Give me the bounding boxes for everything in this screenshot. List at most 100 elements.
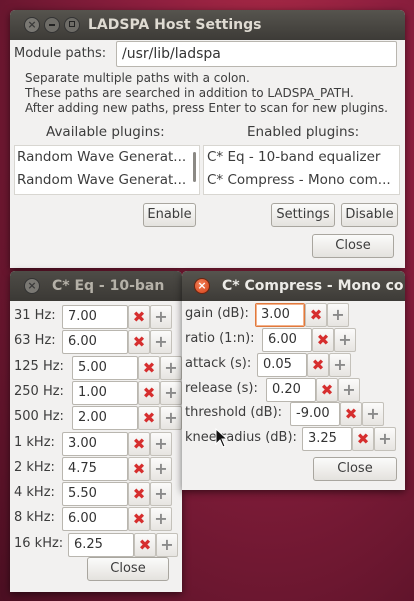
compress-param-input[interactable]: 0.05	[257, 353, 307, 377]
eq-band-label: 8 kHz:	[14, 510, 55, 525]
add-icon[interactable]: +	[150, 482, 172, 506]
eq-band-input[interactable]: 1.00	[72, 381, 138, 405]
eq-band-input[interactable]: 4.75	[62, 457, 128, 481]
remove-icon[interactable]: ✖	[128, 305, 150, 329]
eq-window-title: C* Eq - 10-ban	[52, 278, 165, 294]
eq-band-input[interactable]: 6.00	[62, 330, 128, 354]
remove-icon[interactable]: ✖	[138, 406, 160, 430]
eq-band-input[interactable]: 6.00	[62, 507, 128, 531]
add-icon[interactable]: +	[156, 533, 178, 557]
available-plugins-list[interactable]: Random Wave Generat... Random Wave Gener…	[14, 145, 200, 195]
compress-param-input[interactable]: -9.00	[290, 402, 340, 426]
enabled-plugins-list[interactable]: C* Eq - 10-band equalizer C* Compress - …	[203, 145, 400, 195]
remove-icon[interactable]: ✖	[340, 402, 362, 426]
settings-button[interactable]: Settings	[271, 203, 335, 227]
eq-band-label: 31 Hz:	[14, 308, 56, 323]
add-icon[interactable]: +	[334, 328, 356, 352]
host-close-button[interactable]: Close	[312, 234, 394, 258]
remove-icon[interactable]: ✖	[128, 330, 150, 354]
window-close-icon[interactable]: ×	[24, 278, 40, 294]
list-scrollbar[interactable]	[193, 152, 196, 182]
eq-band-input[interactable]: 5.00	[72, 356, 138, 380]
info-line: Separate multiple paths with a colon.	[25, 71, 250, 85]
eq-band-label: 250 Hz:	[14, 384, 64, 399]
remove-icon[interactable]: ✖	[305, 303, 327, 327]
window-close-icon[interactable]: ×	[194, 278, 210, 294]
add-icon[interactable]: +	[374, 427, 396, 451]
disable-button[interactable]: Disable	[341, 203, 398, 227]
eq-window: × C* Eq - 10-ban 31 Hz: 7.00 ✖ +63 Hz: 6.00 ✖…	[10, 271, 182, 592]
compress-param-label: attack (s):	[185, 356, 252, 371]
add-icon[interactable]: +	[150, 507, 172, 531]
remove-icon[interactable]: ✖	[316, 378, 338, 402]
compress-window-title: C* Compress - Mono co	[222, 278, 404, 294]
eq-titlebar[interactable]: × C* Eq - 10-ban	[10, 271, 182, 301]
compress-param-label: threshold (dB):	[185, 405, 283, 420]
host-window-title: LADSPA Host Settings	[88, 17, 262, 33]
add-icon[interactable]: +	[327, 303, 349, 327]
compress-window: × C* Compress - Mono co gain (dB): 3.00 ✖ +…	[182, 271, 405, 490]
add-icon[interactable]: +	[362, 402, 384, 426]
ladspa-host-settings-window: × LADSPA Host Settings Module paths: /us…	[10, 10, 405, 268]
eq-band-input[interactable]: 6.25	[68, 533, 134, 557]
list-item[interactable]: Random Wave Generat...	[17, 172, 193, 188]
compress-param-label: knee radius (dB):	[185, 430, 297, 445]
remove-icon[interactable]: ✖	[352, 427, 374, 451]
window-maximize-icon[interactable]	[64, 17, 80, 33]
list-item[interactable]: C* Compress - Mono com...	[207, 172, 397, 188]
add-icon[interactable]: +	[150, 305, 172, 329]
add-icon[interactable]: +	[329, 353, 351, 377]
info-text: Separate multiple paths with a colon. Th…	[25, 71, 388, 116]
eq-band-label: 4 kHz:	[14, 485, 55, 500]
compress-param-input[interactable]: 0.20	[266, 378, 316, 402]
compress-param-input[interactable]: 6.00	[262, 328, 312, 352]
available-plugins-header: Available plugins:	[46, 124, 165, 140]
enable-button[interactable]: Enable	[143, 203, 196, 227]
module-paths-input[interactable]: /usr/lib/ladspa	[116, 41, 397, 67]
compress-param-label: gain (dB):	[185, 306, 249, 321]
compress-close-button[interactable]: Close	[313, 457, 397, 481]
info-line: After adding new paths, press Enter to s…	[25, 101, 388, 115]
module-paths-label: Module paths:	[14, 46, 107, 61]
remove-icon[interactable]: ✖	[128, 507, 150, 531]
eq-band-label: 63 Hz:	[14, 333, 56, 348]
add-icon[interactable]: +	[160, 406, 182, 430]
mouse-pointer-icon	[215, 428, 229, 448]
add-icon[interactable]: +	[150, 432, 172, 456]
compress-param-input[interactable]: 3.00	[255, 303, 305, 327]
remove-icon[interactable]: ✖	[138, 356, 160, 380]
eq-band-label: 125 Hz:	[14, 359, 64, 374]
add-icon[interactable]: +	[160, 356, 182, 380]
add-icon[interactable]: +	[150, 330, 172, 354]
enabled-plugins-header: Enabled plugins:	[247, 124, 360, 140]
add-icon[interactable]: +	[150, 457, 172, 481]
eq-band-input[interactable]: 3.00	[62, 432, 128, 456]
info-line: These paths are searched in addition to …	[25, 86, 354, 100]
eq-band-label: 500 Hz:	[14, 409, 64, 424]
remove-icon[interactable]: ✖	[128, 482, 150, 506]
window-minimize-icon[interactable]	[44, 17, 60, 33]
eq-band-input[interactable]: 2.00	[72, 406, 138, 430]
remove-icon[interactable]: ✖	[128, 457, 150, 481]
add-icon[interactable]: +	[160, 381, 182, 405]
remove-icon[interactable]: ✖	[307, 353, 329, 377]
list-item[interactable]: C* Eq - 10-band equalizer	[207, 149, 397, 165]
add-icon[interactable]: +	[338, 378, 360, 402]
compress-titlebar[interactable]: × C* Compress - Mono co	[182, 271, 405, 301]
eq-close-button[interactable]: Close	[87, 557, 169, 581]
eq-band-label: 16 kHz:	[14, 536, 64, 551]
host-titlebar[interactable]: × LADSPA Host Settings	[10, 10, 405, 40]
eq-band-label: 1 kHz:	[14, 435, 55, 450]
eq-band-input[interactable]: 5.50	[62, 482, 128, 506]
remove-icon[interactable]: ✖	[138, 381, 160, 405]
window-close-icon[interactable]: ×	[24, 17, 40, 33]
compress-param-input[interactable]: 3.25	[302, 427, 352, 451]
remove-icon[interactable]: ✖	[128, 432, 150, 456]
remove-icon[interactable]: ✖	[134, 533, 156, 557]
remove-icon[interactable]: ✖	[312, 328, 334, 352]
compress-param-label: ratio (1:n):	[185, 331, 255, 346]
eq-band-input[interactable]: 7.00	[62, 305, 128, 329]
compress-param-label: release (s):	[185, 381, 258, 396]
list-item[interactable]: Random Wave Generat...	[17, 149, 193, 165]
eq-band-label: 2 kHz:	[14, 460, 55, 475]
